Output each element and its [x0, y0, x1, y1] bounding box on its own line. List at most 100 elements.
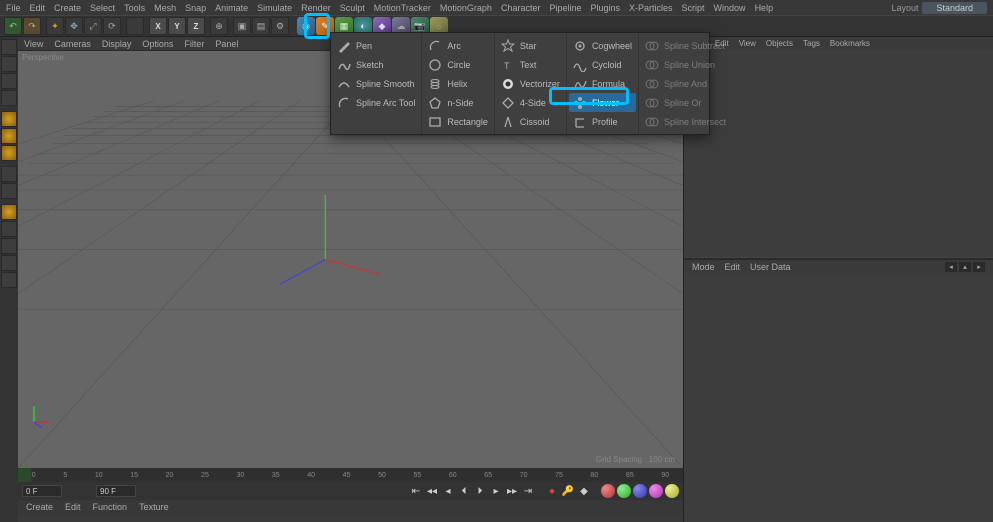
axis-button[interactable] [1, 166, 17, 182]
scale-tool-button[interactable]: ⤢ [84, 17, 102, 35]
matmenu-function[interactable]: Function [93, 502, 128, 512]
spline-4side-item[interactable]: 4-Side [497, 93, 564, 112]
model-mode-button[interactable] [1, 56, 17, 72]
menu-sculpt[interactable]: Sculpt [340, 3, 365, 13]
spline-vector-item[interactable]: Vectorizer [497, 74, 564, 93]
goto-end-button[interactable]: ⇥ [521, 484, 535, 498]
menu-plugins[interactable]: Plugins [590, 3, 620, 13]
workplane2-button[interactable] [1, 238, 17, 254]
current-frame-input[interactable] [22, 485, 62, 497]
menu-motiongraph[interactable]: MotionGraph [440, 3, 492, 13]
render-pv-button[interactable]: ▤ [252, 17, 270, 35]
matmenu-edit[interactable]: Edit [65, 502, 81, 512]
spline-arc-item[interactable]: Arc [424, 36, 492, 55]
menu-script[interactable]: Script [682, 3, 705, 13]
spline-union-item[interactable]: Spline Union [641, 55, 730, 74]
menu-snap[interactable]: Snap [185, 3, 206, 13]
prev-key-button[interactable]: ◂◂ [425, 484, 439, 498]
lock-x-button[interactable]: X [149, 17, 167, 35]
next-frame-button[interactable]: ▸ [489, 484, 503, 498]
spline-cissoid-item[interactable]: Cissoid [497, 112, 564, 131]
undo-button[interactable]: ↶ [4, 17, 22, 35]
spline-helix-item[interactable]: Helix [424, 74, 492, 93]
make-editable-button[interactable] [1, 39, 17, 55]
param-key-button[interactable] [649, 484, 663, 498]
matmenu-texture[interactable]: Texture [139, 502, 169, 512]
polygons-mode-button[interactable] [1, 145, 17, 161]
menu-motiontracker[interactable]: MotionTracker [374, 3, 431, 13]
locked-wp-button[interactable] [1, 255, 17, 271]
goto-start-button[interactable]: ⇤ [409, 484, 423, 498]
spline-arc-tool-item[interactable]: Spline Arc Tool [333, 93, 419, 112]
pla-key-button[interactable] [665, 484, 679, 498]
snap-settings-button[interactable] [1, 221, 17, 237]
menu-select[interactable]: Select [90, 3, 115, 13]
menu-mesh[interactable]: Mesh [154, 3, 176, 13]
menu-create[interactable]: Create [54, 3, 81, 13]
planar-wp-button[interactable] [1, 272, 17, 288]
spline-profile-item[interactable]: Profile [569, 112, 636, 131]
attr-prev-button[interactable]: ◂ [945, 262, 957, 272]
snap-enable-button[interactable] [1, 204, 17, 220]
vpmenu-filter[interactable]: Filter [184, 39, 204, 49]
menu-edit[interactable]: Edit [30, 3, 46, 13]
menu-tools[interactable]: Tools [124, 3, 145, 13]
objmenu-objects[interactable]: Objects [766, 39, 793, 48]
objmenu-bookmarks[interactable]: Bookmarks [830, 39, 870, 48]
spline-pen-item[interactable]: Pen [333, 36, 419, 55]
vpmenu-display[interactable]: Display [102, 39, 132, 49]
attribute-manager-body[interactable] [684, 273, 993, 522]
spline-rect-item[interactable]: Rectangle [424, 112, 492, 131]
menu-character[interactable]: Character [501, 3, 541, 13]
workplane-button[interactable] [1, 90, 17, 106]
points-mode-button[interactable] [1, 111, 17, 127]
live-select-button[interactable]: ✦ [46, 17, 64, 35]
lock-y-button[interactable]: Y [168, 17, 186, 35]
attrmenu-edit[interactable]: Edit [725, 262, 741, 272]
menu-animate[interactable]: Animate [215, 3, 248, 13]
autokey-button[interactable]: 🔑 [561, 484, 575, 498]
spline-sketch-item[interactable]: Sketch [333, 55, 419, 74]
recent-tool-button[interactable] [126, 17, 144, 35]
spline-sub-item[interactable]: Spline Subtract [641, 36, 730, 55]
attrmenu-user-data[interactable]: User Data [750, 262, 791, 272]
spline-nside-item[interactable]: n-Side [424, 93, 492, 112]
attr-up-button[interactable]: ▴ [959, 262, 971, 272]
spline-cycloid-item[interactable]: Cycloid [569, 55, 636, 74]
coord-system-button[interactable]: ⊕ [210, 17, 228, 35]
attrmenu-mode[interactable]: Mode [692, 262, 715, 272]
record-button[interactable]: ● [545, 484, 559, 498]
spline-smooth-item[interactable]: Spline Smooth [333, 74, 419, 93]
menu-window[interactable]: Window [714, 3, 746, 13]
spline-circle-item[interactable]: Circle [424, 55, 492, 74]
spline-formula-item[interactable]: Formula [569, 74, 636, 93]
matmenu-create[interactable]: Create [26, 502, 53, 512]
menu-simulate[interactable]: Simulate [257, 3, 292, 13]
menu-x-particles[interactable]: X-Particles [629, 3, 673, 13]
menu-file[interactable]: File [6, 3, 21, 13]
spline-and-item[interactable]: Spline And [641, 74, 730, 93]
redo-button[interactable]: ↷ [23, 17, 41, 35]
vpmenu-view[interactable]: View [24, 39, 43, 49]
material-manager-body[interactable] [18, 514, 683, 522]
rotate-tool-button[interactable]: ⟳ [103, 17, 121, 35]
timeline-track[interactable]: 051015202530354045505560657075808590 [18, 468, 683, 482]
viewport-solo-button[interactable] [1, 183, 17, 199]
menu-pipeline[interactable]: Pipeline [549, 3, 581, 13]
layout-dropdown[interactable]: Standard [922, 2, 987, 14]
spline-flower-item[interactable]: Flower [569, 93, 636, 112]
render-settings-button[interactable]: ⚙ [271, 17, 289, 35]
spline-text-item[interactable]: TText [497, 55, 564, 74]
spline-or-item[interactable]: Spline Or [641, 93, 730, 112]
edges-mode-button[interactable] [1, 128, 17, 144]
next-key-button[interactable]: ▸▸ [505, 484, 519, 498]
play-back-button[interactable]: ⏴ [457, 484, 471, 498]
pos-key-button[interactable] [601, 484, 615, 498]
rot-key-button[interactable] [633, 484, 647, 498]
scale-key-button[interactable] [617, 484, 631, 498]
vpmenu-panel[interactable]: Panel [215, 39, 238, 49]
spline-inter-item[interactable]: Spline Intersect [641, 112, 730, 131]
menu-render[interactable]: Render [301, 3, 331, 13]
spline-star-item[interactable]: Star [497, 36, 564, 55]
objmenu-view[interactable]: View [739, 39, 756, 48]
